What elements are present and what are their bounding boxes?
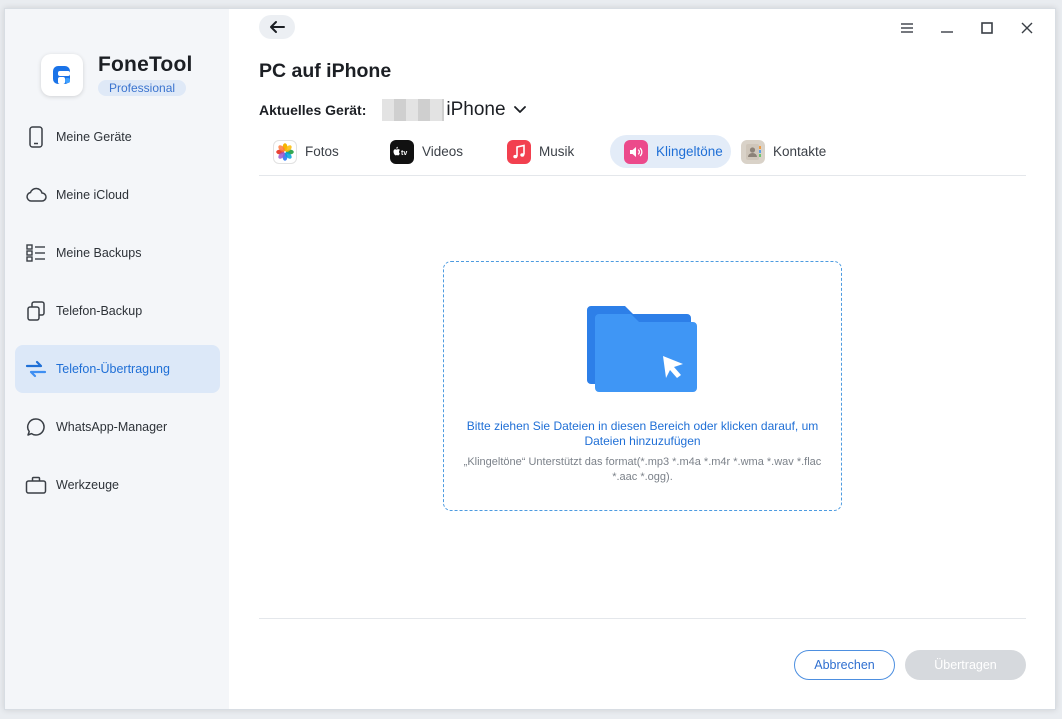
transfer-button[interactable]: Übertragen [905,650,1026,680]
tab-fotos[interactable]: Fotos [259,135,347,168]
close-icon [1020,21,1034,35]
chat-bubble-icon [25,416,47,438]
app-name: FoneTool [98,53,193,76]
file-drop-zone[interactable]: Bitte ziehen Sie Dateien in diesen Berei… [443,261,842,511]
tab-klingeltoene[interactable]: Klingeltöne [610,135,731,168]
sidebar-item-telefon-backup[interactable]: Telefon-Backup [15,287,220,335]
tab-musik[interactable]: Musik [493,135,582,168]
sidebar-item-label: WhatsApp-Manager [56,420,168,434]
phone-icon [25,126,47,148]
brand: FoneTool Professional [41,53,193,97]
footer-divider [259,618,1026,619]
tab-kontakte[interactable]: Kontakte [727,135,834,168]
redacted-device-name [382,99,445,121]
transfer-icon [25,358,47,380]
sidebar-item-meine-geraete[interactable]: Meine Geräte [15,113,220,161]
sidebar-item-whatsapp-manager[interactable]: WhatsApp-Manager [15,403,220,451]
minimize-button[interactable] [927,17,967,39]
tab-label: Videos [422,144,464,159]
photos-icon [273,139,297,164]
device-selector: Aktuelles Gerät: iPhone [259,99,526,121]
sidebar-item-meine-icloud[interactable]: Meine iCloud [15,171,220,219]
sidebar-item-meine-backups[interactable]: Meine Backups [15,229,220,277]
tab-label: Klingeltöne [656,144,723,159]
sidebar: FoneTool Professional Meine Geräte Meine… [5,9,229,709]
sidebar-item-werkzeuge[interactable]: Werkzeuge [15,461,220,509]
tab-videos[interactable]: tv Videos [376,135,471,168]
sidebar-item-label: Telefon-Backup [56,304,143,318]
music-icon [507,139,531,164]
briefcase-icon [25,474,47,496]
sidebar-item-label: Meine iCloud [56,188,129,202]
minimize-icon [940,21,954,35]
tab-label: Fotos [305,144,339,159]
supported-formats-text: „Klingeltöne“ Unterstützt das format(*.m… [463,456,822,483]
speaker-icon [624,139,648,164]
close-button[interactable] [1007,17,1047,39]
maximize-button[interactable] [967,17,1007,39]
contacts-icon [741,139,765,164]
edition-badge: Professional [98,80,187,96]
page-title: PC auf iPhone [259,60,392,82]
tab-label: Kontakte [773,144,827,159]
sidebar-item-label: Meine Geräte [56,130,132,144]
sidebar-item-telefon-uebertragung[interactable]: Telefon-Übertragung [15,345,220,393]
main-content: PC auf iPhone Aktuelles Gerät: iPhone Fo… [229,9,1055,709]
sidebar-item-label: Telefon-Übertragung [56,362,170,376]
copy-icon [25,300,47,322]
window-controls [887,17,1047,39]
list-icon [25,242,47,264]
sidebar-item-label: Meine Backups [56,246,142,260]
cloud-icon [25,184,47,206]
chevron-down-icon[interactable] [513,106,526,114]
maximize-icon [980,21,994,35]
apple-tv-icon: tv [390,139,414,164]
app-window: FoneTool Professional Meine Geräte Meine… [4,8,1056,710]
device-label: Aktuelles Gerät: [259,102,367,118]
category-tabs: Fotos tv Videos Musik Klingeltöne Kontak… [259,135,1026,176]
sidebar-item-label: Werkzeuge [56,478,119,492]
svg-text:tv: tv [401,150,407,157]
folder-pointer-icon [587,304,699,397]
device-name-dropdown[interactable]: iPhone [446,99,505,121]
tab-label: Musik [539,144,575,159]
back-button[interactable] [259,15,295,39]
cancel-button[interactable]: Abbrechen [794,650,895,680]
menu-button[interactable] [887,17,927,39]
fonetool-logo-icon [41,54,83,96]
sidebar-nav: Meine Geräte Meine iCloud Meine Backups … [15,113,220,519]
hamburger-icon [900,22,914,34]
arrow-left-icon [268,20,286,34]
drop-instruction: Bitte ziehen Sie Dateien in diesen Berei… [466,419,819,448]
